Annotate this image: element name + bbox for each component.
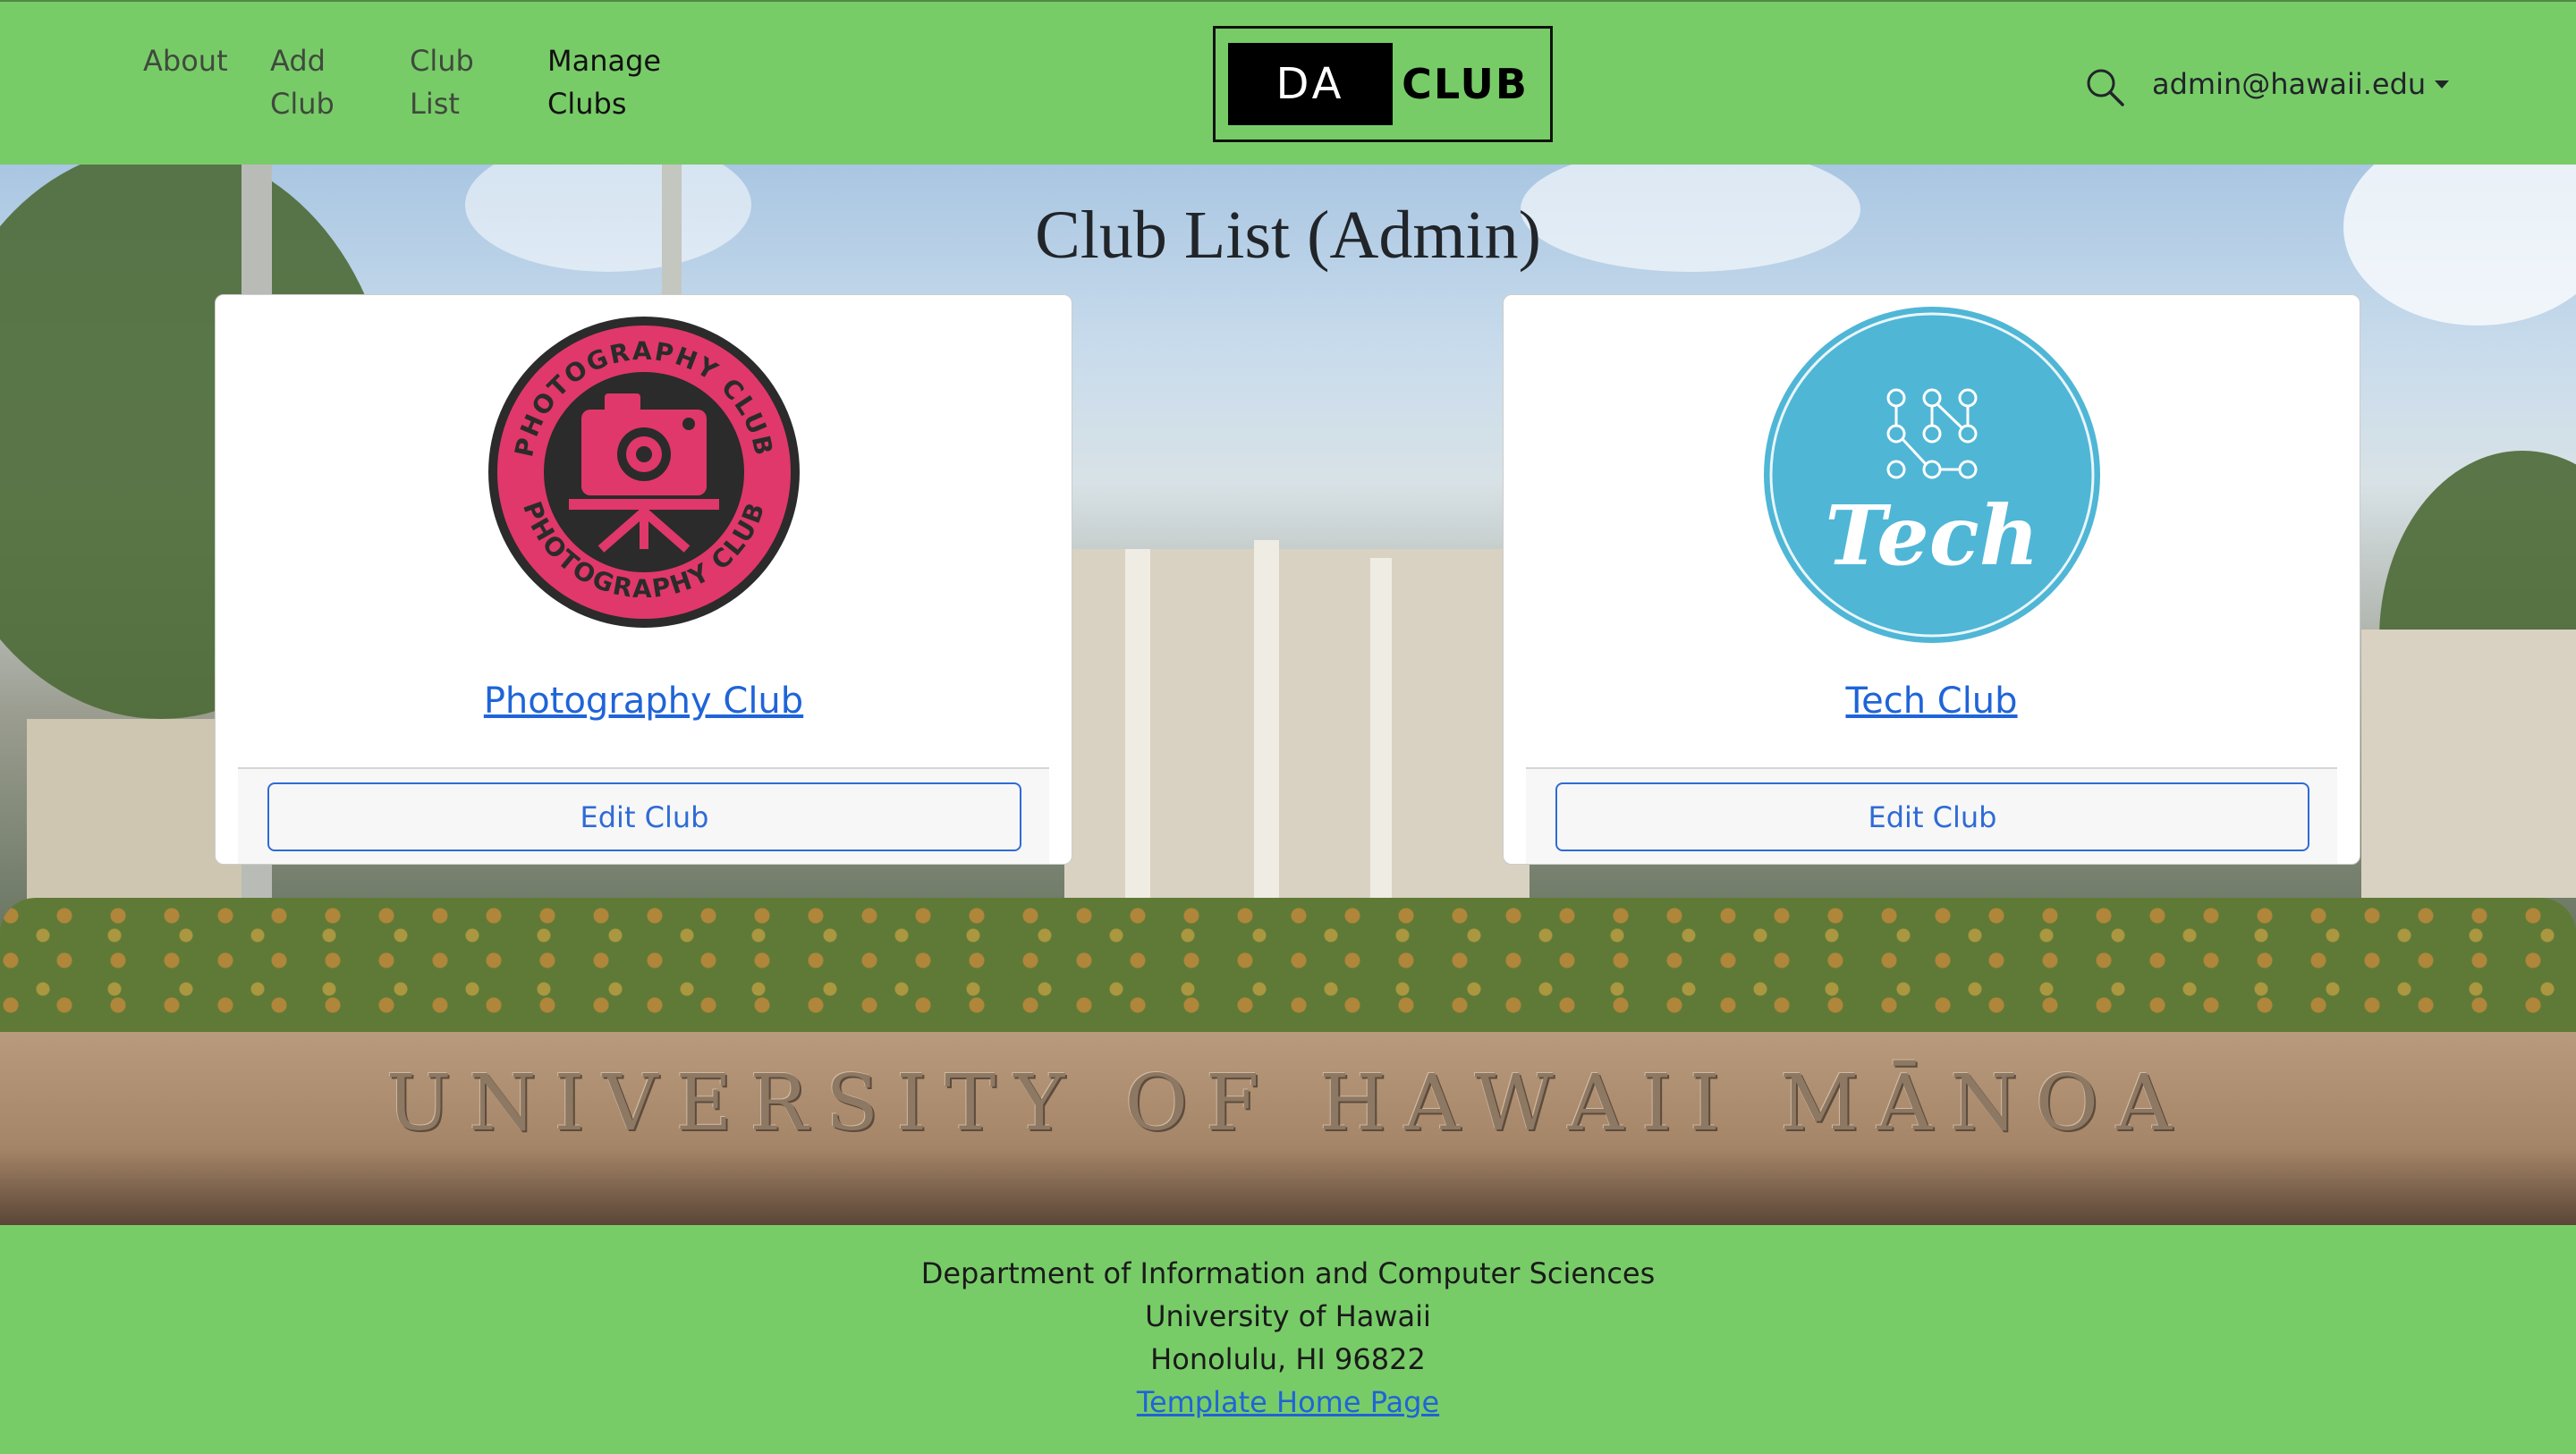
caret-down-icon <box>2435 80 2450 89</box>
sign-text: UNIVERSITY OF HAWAII MĀNOA <box>386 1059 2190 1148</box>
club-card: PHOTOGRAPHY CLUB PHOTOGRAPHY CLUB Photog… <box>215 294 1072 865</box>
club-name-link[interactable]: Tech Club <box>1504 678 2360 724</box>
pillar <box>1254 540 1279 925</box>
tech-club-logo: Tech <box>1763 307 2100 643</box>
footer: Department of Information and Computer S… <box>0 1225 2576 1454</box>
card-divider <box>1526 767 2337 769</box>
footer-university: University of Hawaii <box>1145 1299 1431 1333</box>
club-card: Tech Tech Club Edit Club <box>1503 294 2360 865</box>
club-name-link[interactable]: Photography Club <box>216 678 1072 724</box>
footer-address: Honolulu, HI 96822 <box>1150 1342 1426 1376</box>
brand-logo[interactable]: DA CLUB <box>1213 26 1553 142</box>
edit-club-button[interactable]: Edit Club <box>267 782 1021 851</box>
search-icon[interactable] <box>2084 66 2125 107</box>
user-email: admin@hawaii.edu <box>2152 67 2427 101</box>
brand-club: CLUB <box>1402 60 1529 108</box>
nav-about[interactable]: About <box>143 39 259 125</box>
photography-club-logo: PHOTOGRAPHY CLUB PHOTOGRAPHY CLUB <box>487 317 800 628</box>
tech-logo-text: Tech <box>1825 487 2038 584</box>
building <box>2361 630 2576 898</box>
brand-da: DA <box>1228 43 1393 125</box>
page-title: Club List (Admin) <box>1035 198 1541 273</box>
pillar <box>1125 549 1150 925</box>
nav-club-list[interactable]: Club List <box>410 39 547 125</box>
edit-club-button[interactable]: Edit Club <box>1555 782 2309 851</box>
hedge <box>0 898 2576 1050</box>
card-divider <box>238 767 1049 769</box>
nav-links: About Add Club Club List Manage Clubs <box>143 39 691 125</box>
nav-manage-clubs[interactable]: Manage Clubs <box>547 39 691 125</box>
template-home-link[interactable]: Template Home Page <box>1137 1385 1439 1419</box>
user-dropdown[interactable]: admin@hawaii.edu <box>2152 64 2450 104</box>
footer-department: Department of Information and Computer S… <box>920 1256 1656 1290</box>
navbar: About Add Club Club List Manage Clubs DA… <box>0 0 2576 165</box>
nav-add-club[interactable]: Add Club <box>270 39 410 125</box>
pillar <box>1370 558 1392 925</box>
